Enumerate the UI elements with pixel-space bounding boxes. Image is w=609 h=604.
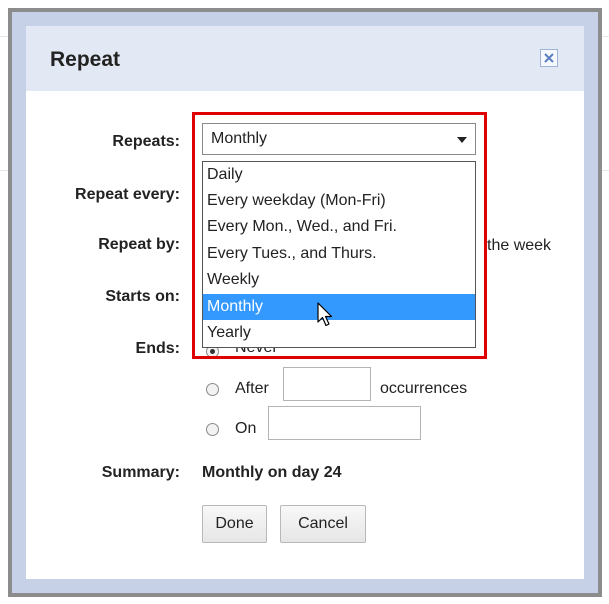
repeat-by-label: Repeat by:	[98, 236, 180, 253]
starts-on-label: Starts on:	[105, 288, 180, 305]
summary-value: Monthly on day 24	[202, 464, 342, 481]
repeat-dialog: Repeat Repeats: Repeat every: Repeat by:…	[26, 26, 584, 579]
dialog-title: Repeat	[50, 48, 121, 71]
close-icon	[544, 53, 554, 63]
dialog-header: Repeat	[26, 26, 584, 91]
mouse-pointer-icon	[317, 302, 333, 327]
occurrences-label: occurrences	[380, 380, 468, 397]
close-button[interactable]	[540, 49, 558, 67]
ends-label: Ends:	[135, 340, 180, 357]
ends-after-label: After	[235, 380, 269, 397]
ends-after-radio[interactable]	[206, 383, 219, 396]
occurrences-input[interactable]	[283, 367, 371, 401]
summary-label: Summary:	[101, 464, 180, 481]
ends-on-label: On	[235, 420, 257, 437]
cancel-button[interactable]: Cancel	[280, 505, 366, 543]
repeat-by-week-text: the week	[487, 237, 552, 254]
highlight-box	[192, 112, 487, 359]
ends-on-radio[interactable]	[206, 423, 219, 436]
repeats-label: Repeats:	[112, 133, 180, 150]
ends-on-date-input[interactable]	[268, 406, 421, 440]
repeat-every-label: Repeat every:	[75, 186, 180, 203]
done-button[interactable]: Done	[202, 505, 267, 543]
